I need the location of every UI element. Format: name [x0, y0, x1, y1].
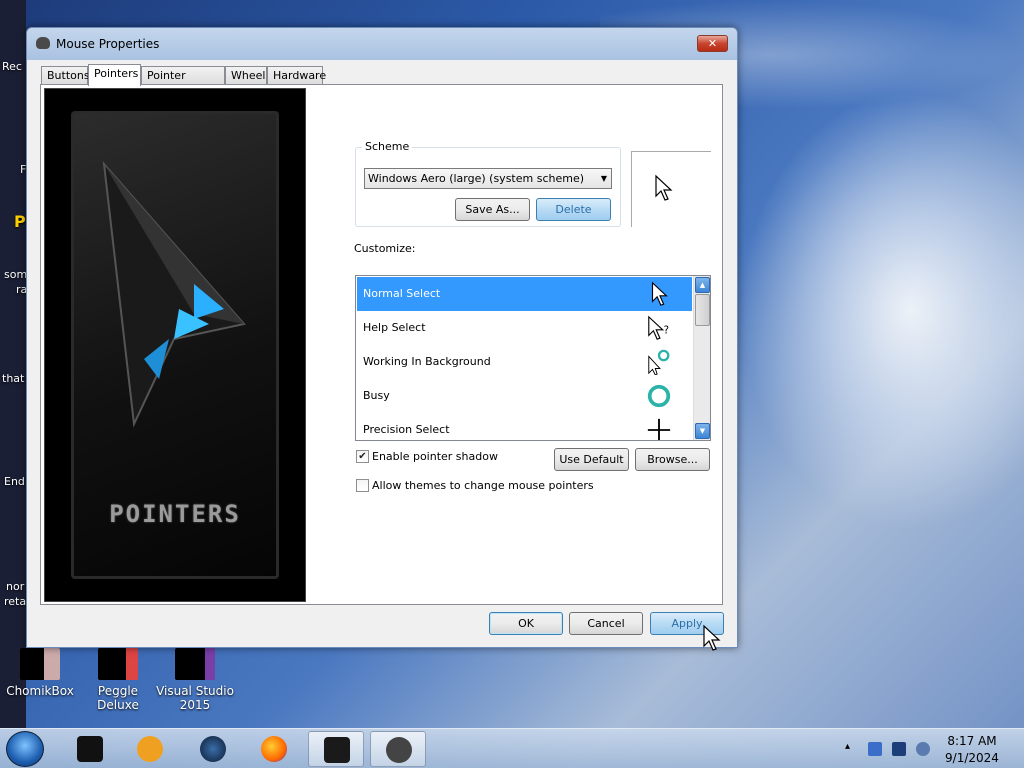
show-hidden-icons-button[interactable]: ▴: [845, 741, 850, 752]
working-cursor-icon: [648, 349, 670, 375]
firefox-icon: [261, 736, 287, 762]
taskbar-item-media-player[interactable]: [122, 731, 178, 767]
enable-shadow-label: Enable pointer shadow: [372, 450, 498, 463]
crosshair-icon: [647, 418, 671, 440]
use-default-button[interactable]: Use Default: [554, 448, 629, 471]
list-item-label: Help Select: [363, 321, 426, 334]
allow-themes-label: Allow themes to change mouse pointers: [372, 479, 594, 492]
stylized-arrow-icon: [102, 160, 246, 428]
customize-label: Customize:: [354, 242, 416, 255]
desktop-partial-label: that: [2, 372, 25, 385]
desktop-icon-label: Visual Studio 2015: [156, 684, 234, 712]
list-item[interactable]: Help Select ?: [357, 311, 692, 345]
list-item-label: Normal Select: [363, 287, 441, 300]
desktop-partial-label: P: [14, 212, 26, 231]
mouse-cursor-icon: [703, 624, 721, 651]
taskbar-item-app1[interactable]: [62, 731, 118, 767]
desktop-icon-chomikbox[interactable]: ChomikBox: [0, 648, 80, 698]
tab-hardware[interactable]: Hardware: [267, 66, 326, 85]
taskbar: ▴ 8:17 AM 9/1/2024: [0, 728, 1024, 768]
start-button[interactable]: [6, 731, 44, 767]
busy-ring-icon: [647, 384, 671, 408]
desktop-icon-label: ChomikBox: [6, 684, 74, 698]
mouse-properties-window: Mouse Properties ✕ Buttons Pointers Poin…: [26, 27, 738, 648]
desktop-left-strip: [0, 0, 26, 728]
title-bar[interactable]: Mouse Properties ✕: [27, 28, 737, 60]
list-scrollbar[interactable]: ▲ ▼: [693, 276, 710, 440]
help-cursor-icon: ?: [648, 315, 669, 340]
arrow-cursor-icon: [655, 174, 673, 201]
pointers-artwork-frame: POINTERS: [71, 111, 279, 579]
pointers-panel: POINTERS Scheme Windows Aero (large) (sy…: [40, 84, 723, 605]
taskbar-item-app5[interactable]: [308, 731, 364, 767]
scheme-legend: Scheme: [362, 140, 413, 153]
mouse-icon: [386, 737, 412, 763]
scheme-dropdown[interactable]: Windows Aero (large) (system scheme) ▼: [364, 168, 612, 189]
enable-shadow-checkbox[interactable]: ✔: [356, 450, 369, 463]
clock-date: 9/1/2024: [945, 751, 999, 765]
scheme-group: Scheme Windows Aero (large) (system sche…: [355, 140, 621, 227]
scroll-thumb[interactable]: [695, 294, 710, 326]
taskbar-item-app3[interactable]: [185, 731, 241, 767]
scroll-up-icon[interactable]: ▲: [695, 277, 710, 293]
desktop-icon-peggle-deluxe[interactable]: Peggle Deluxe: [78, 648, 158, 712]
list-item-label: Working In Background: [363, 355, 491, 368]
desktop-partial-label: Rec: [2, 60, 22, 73]
svg-text:?: ?: [664, 326, 669, 337]
list-item[interactable]: Busy: [357, 379, 692, 413]
wallpaper-highlight: [740, 90, 1024, 530]
clock-time: 8:17 AM: [947, 734, 997, 748]
scroll-down-icon[interactable]: ▼: [695, 423, 710, 439]
cursor-preview: [631, 151, 711, 227]
volume-icon[interactable]: [916, 742, 930, 756]
arrow-cursor-icon: [651, 281, 668, 306]
peggle-icon: [98, 648, 138, 680]
desktop-partial-label: reta: [4, 595, 27, 608]
pointers-artwork: POINTERS: [44, 88, 306, 602]
desktop-icon-visual-studio[interactable]: Visual Studio 2015: [155, 648, 235, 712]
list-item[interactable]: Precision Select: [357, 413, 692, 440]
tab-wheel[interactable]: Wheel: [225, 66, 267, 85]
chomikbox-icon: [20, 648, 60, 680]
visual-studio-icon: [175, 648, 215, 680]
display-icon[interactable]: [892, 742, 906, 756]
taskbar-item-firefox[interactable]: [246, 731, 302, 767]
allow-themes-checkbox[interactable]: [356, 479, 369, 492]
mouse-icon: [36, 37, 50, 49]
tab-pointers[interactable]: Pointers: [88, 64, 141, 86]
desktop-partial-label: som: [4, 268, 28, 281]
monitor-icon: [324, 737, 350, 763]
tab-pointer-options[interactable]: Pointer Options: [141, 66, 225, 99]
network-icon[interactable]: [868, 742, 882, 756]
window-title: Mouse Properties: [56, 37, 160, 51]
list-item-label: Busy: [363, 389, 390, 402]
cursor-list[interactable]: Normal Select Help Select ? Working In B…: [355, 275, 711, 441]
media-player-icon: [137, 736, 163, 762]
scheme-selected-value: Windows Aero (large) (system scheme): [368, 172, 585, 185]
taskbar-item-mouse-properties[interactable]: [370, 731, 426, 767]
save-as-button[interactable]: Save As...: [455, 198, 530, 221]
desktop-icon-label: Peggle Deluxe: [97, 684, 139, 712]
desktop-partial-label: End: [4, 475, 25, 488]
ok-button[interactable]: OK: [489, 612, 563, 635]
list-item-label: Precision Select: [363, 423, 450, 436]
tab-buttons[interactable]: Buttons: [41, 66, 90, 85]
close-button[interactable]: ✕: [697, 35, 728, 52]
desktop-partial-label: nor: [6, 580, 25, 593]
cancel-button[interactable]: Cancel: [569, 612, 643, 635]
chevron-down-icon: ▼: [600, 174, 607, 183]
list-item[interactable]: Normal Select: [357, 277, 692, 311]
list-item[interactable]: Working In Background: [357, 345, 692, 379]
clock[interactable]: 8:17 AM 9/1/2024: [940, 733, 1004, 767]
delete-button[interactable]: Delete: [536, 198, 611, 221]
blue-orb-icon: [200, 736, 226, 762]
pointers-art-label: POINTERS: [109, 500, 241, 528]
browse-button[interactable]: Browse...: [635, 448, 710, 471]
black-box-icon: [77, 736, 103, 762]
